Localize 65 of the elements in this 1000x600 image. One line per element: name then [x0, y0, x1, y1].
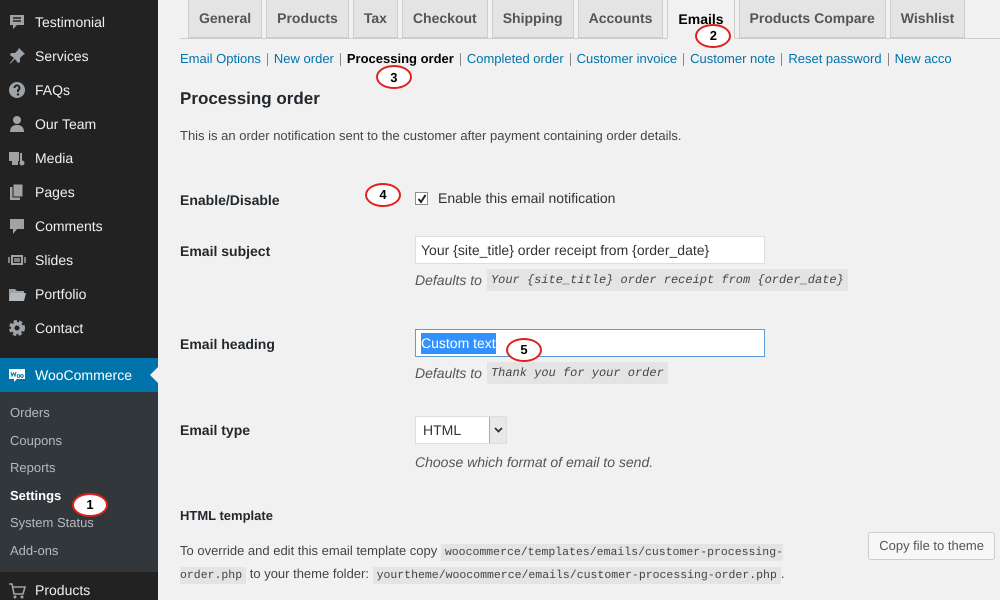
sidebar-item[interactable]: FAQs — [0, 73, 158, 107]
active-arrow-icon — [150, 367, 158, 383]
media-icon — [8, 149, 26, 167]
submenu-item[interactable]: Reports — [10, 454, 56, 482]
speech-bubble-icon — [8, 217, 26, 235]
settings-tab[interactable]: General — [188, 0, 262, 38]
question-icon — [8, 81, 26, 99]
callout-marker: 4 — [365, 183, 401, 207]
callout-marker: 3 — [376, 65, 412, 90]
defaults-label: Defaults to — [415, 364, 482, 382]
submenu-item[interactable]: Settings — [10, 482, 62, 510]
checkbox[interactable] — [415, 192, 428, 205]
sidebar-item[interactable]: Comments — [0, 209, 158, 243]
email-section-link[interactable]: Customer invoice — [576, 51, 678, 66]
pushpin-icon — [8, 47, 26, 65]
sidebar-item[interactable]: Our Team — [0, 107, 158, 141]
settings-tab[interactable]: Accounts — [578, 0, 664, 38]
person-icon — [8, 115, 26, 133]
submenu-item[interactable]: Orders — [10, 399, 50, 427]
section-heading: Processing order — [180, 88, 321, 110]
settings-tab[interactable]: Tax — [352, 0, 398, 38]
template-heading: HTML template — [180, 507, 274, 525]
email-section-link[interactable]: New acco — [894, 51, 952, 66]
defaults-label: Defaults to — [415, 270, 482, 290]
sidebar-item[interactable]: Contact — [0, 311, 158, 345]
sidebar-item[interactable]: Products — [0, 574, 158, 600]
field-label: Email subject — [180, 242, 270, 261]
speech-bubble-icon — [8, 13, 26, 31]
field-hint: Choose which format of email to send. — [415, 453, 654, 472]
field-label: Email heading — [180, 335, 275, 354]
email-section-link[interactable]: Processing order — [346, 51, 454, 66]
email-section-link[interactable]: Completed order — [466, 51, 564, 66]
settings-tab[interactable]: Products — [266, 0, 349, 38]
sidebar-item[interactable]: Slides — [0, 243, 158, 277]
sidebar-item[interactable]: WooCommerce — [0, 358, 158, 392]
sidebar-item[interactable]: Media — [0, 141, 158, 175]
field-label: Enable/Disable — [180, 191, 280, 210]
callout-marker: 2 — [695, 24, 732, 48]
submenu-item[interactable]: Add-ons — [10, 536, 58, 565]
format-select[interactable]: HTML — [415, 416, 507, 444]
email-section-link[interactable]: Reset password — [788, 51, 882, 66]
settings-tab[interactable]: Products Compare — [738, 0, 886, 38]
template-instructions: To override and edit this email template copy woocommerce/templates/emails/customer-processing-order.php to your theme folder: yourtheme/woocommerce/emails/customer-processing-order.php . — [180, 542, 786, 586]
settings-tab[interactable]: Wishlist — [890, 0, 966, 38]
cart-icon — [8, 582, 26, 600]
sidebar-item[interactable]: Testimonial — [0, 5, 158, 39]
settings-tab[interactable]: Shipping — [492, 0, 574, 38]
email-section-link[interactable]: New order — [274, 51, 334, 66]
callout-marker: 1 — [72, 492, 108, 517]
email-section-link[interactable]: Customer note — [690, 51, 776, 66]
default-value: Thank you for your order — [486, 362, 668, 384]
sidebar-item[interactable]: Pages — [0, 175, 158, 209]
field-label: Email type — [180, 421, 250, 440]
gear-icon — [8, 319, 26, 337]
submenu-item[interactable]: Coupons — [10, 426, 62, 454]
copy-file-button[interactable]: Copy file to theme — [868, 532, 995, 560]
default-value: Your {site_title} order receipt from {order_date} — [486, 269, 848, 291]
checkbox-label: Enable this email notification — [438, 189, 616, 208]
sidebar-item[interactable]: Services — [0, 39, 158, 73]
section-description: This is an order notification sent to the customer after payment containing order details. — [180, 126, 682, 145]
text-input-field[interactable]: Your {site_title} order receipt from {order_date} — [415, 236, 765, 264]
speech-bubble-icon — [8, 366, 26, 384]
email-section-link[interactable]: Email Options — [180, 51, 261, 66]
sidebar-item[interactable]: Portfolio — [0, 277, 158, 311]
settings-tab[interactable]: Checkout — [402, 0, 488, 38]
